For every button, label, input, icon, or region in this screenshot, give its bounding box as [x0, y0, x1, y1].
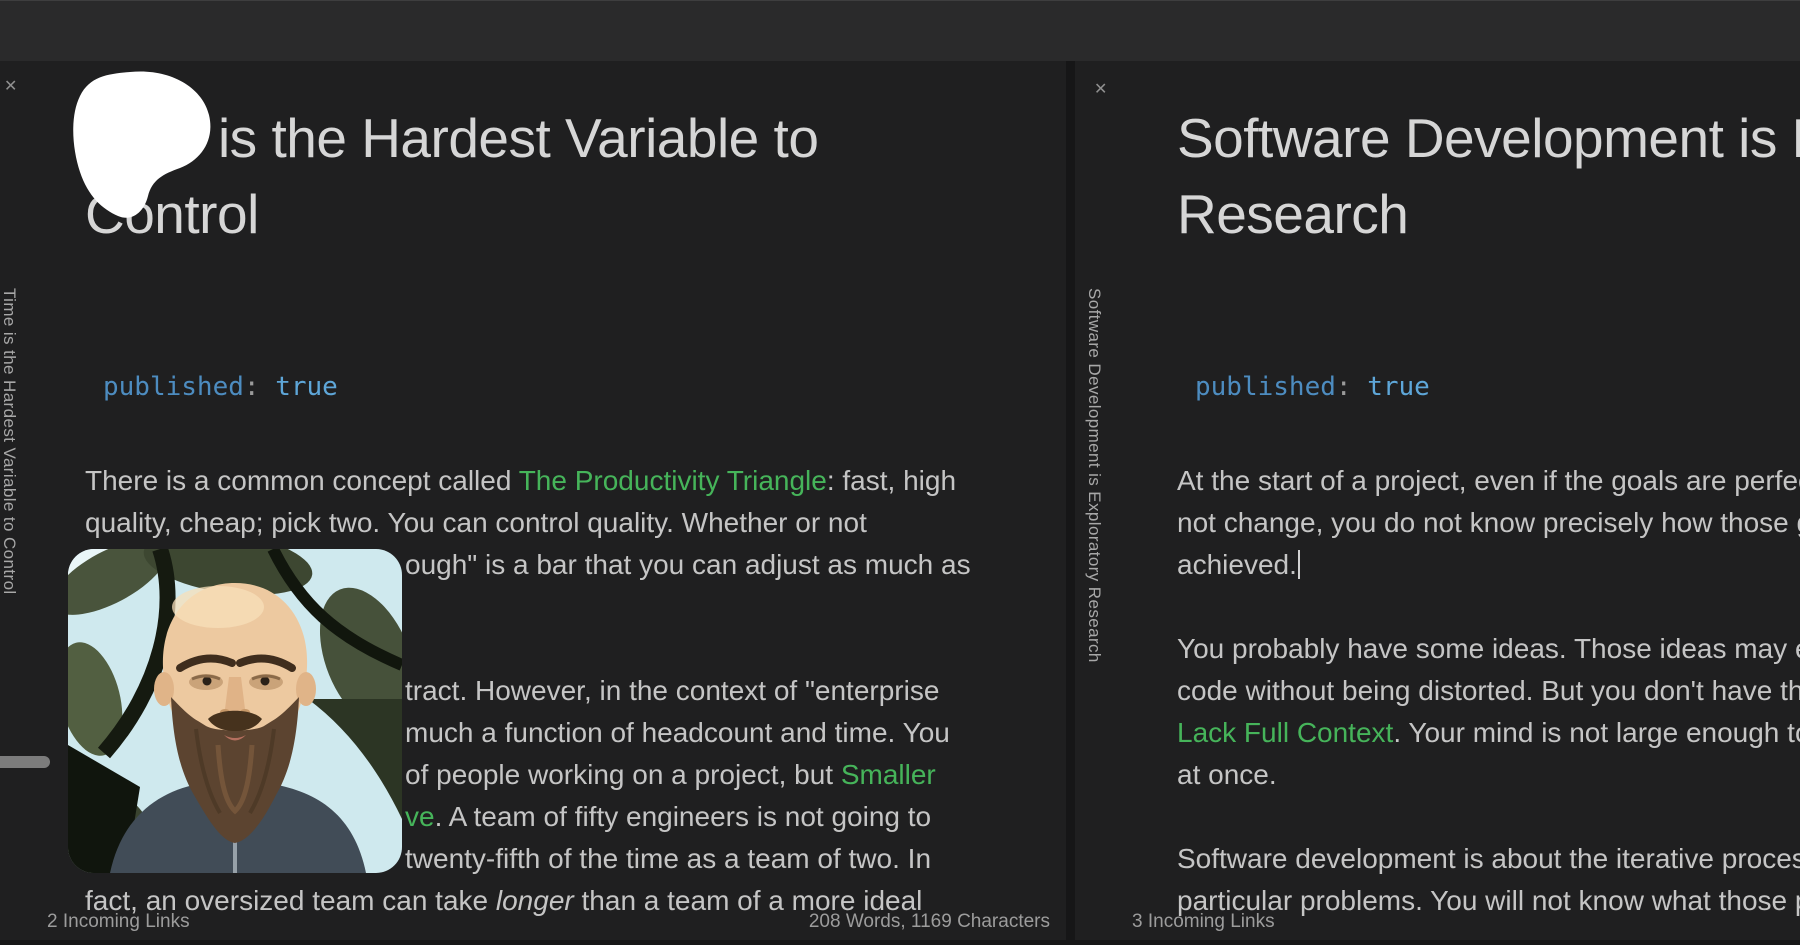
text-line: at once. [1177, 754, 1800, 796]
text-segment: twenty-fifth of the time as a team of tw… [405, 843, 931, 874]
internal-link[interactable]: Smaller [841, 759, 936, 790]
word-count[interactable]: 208 Words, 1169 Characters [809, 911, 1050, 933]
pane-right-tab-strip[interactable]: ✕ Software Development is Exploratory Re… [1075, 61, 1109, 940]
frontmatter-key: published [1195, 372, 1336, 402]
paragraph: You probably have some ideas. Those idea… [1177, 628, 1800, 796]
text-line: Software development is about the iterat… [1177, 838, 1800, 880]
text-line: not change, you do not know precisely ho… [1177, 502, 1800, 544]
scrollbar-thumb[interactable] [0, 756, 50, 768]
vertical-tab-title[interactable]: Software Development is Exploratory Rese… [1084, 288, 1104, 663]
close-icon[interactable]: ✕ [1094, 82, 1107, 98]
white-blob-annotation [70, 70, 216, 220]
vertical-tab-title[interactable]: Time is the Hardest Variable to Control [0, 288, 19, 595]
frontmatter[interactable]: published: true [1195, 370, 1800, 404]
text-segment: of people working on a project, but [405, 759, 841, 790]
text-line: You probably have some ideas. Those idea… [1177, 628, 1800, 670]
close-icon[interactable]: ✕ [4, 79, 17, 95]
frontmatter[interactable]: published: true [103, 370, 985, 404]
frontmatter-key: published [103, 372, 244, 402]
paragraph: At the start of a project, even if the g… [1177, 460, 1800, 586]
text-line: quality, cheap; pick two. You can contro… [85, 502, 985, 544]
text-line: At the start of a project, even if the g… [1177, 460, 1800, 502]
window-titlebar [0, 0, 1800, 61]
text-segment: You probably have some ideas. Those idea… [1177, 633, 1800, 664]
status-bar: 3 Incoming Links [1075, 904, 1800, 940]
text-line: There is a common concept called The Pro… [85, 460, 985, 502]
note-document: Software Development is Exploratory Rese… [1177, 100, 1800, 922]
text-segment: : fast, high [827, 465, 956, 496]
text-segment: much a function of headcount and time. Y… [405, 717, 950, 748]
internal-link[interactable]: The Productivity Triangle [519, 465, 827, 496]
text-segment: There is a common concept called [85, 465, 519, 496]
text-line: Lack Full Context. Your mind is not larg… [1177, 712, 1800, 754]
text-segment: tract. However, in the context of "enter… [405, 675, 939, 706]
internal-link[interactable]: Lack Full Context [1177, 717, 1393, 748]
frontmatter-value: true [275, 372, 338, 402]
text-segment: . A team of fifty engineers is not going… [435, 801, 932, 832]
text-line: achieved. [1177, 544, 1800, 586]
app-window: ✕ Time is the Hardest Variable to Contro… [0, 0, 1800, 945]
pane-divider[interactable] [1066, 61, 1075, 940]
text-segment: Software development is about the iterat… [1177, 843, 1800, 874]
text-segment: achieved. [1177, 549, 1297, 580]
text-segment: ough" is a bar that you can adjust as mu… [405, 549, 971, 580]
text-segment: code without being distorted. But you do… [1177, 675, 1800, 706]
text-caret [1298, 550, 1300, 579]
frontmatter-separator: : [1336, 372, 1352, 402]
note-title: Software Development is Exploratory Rese… [1177, 100, 1800, 252]
frontmatter-separator: : [244, 372, 260, 402]
text-segment: quality, cheap; pick two. You can contro… [85, 507, 867, 538]
text-segment: . Your mind is not large enough to hold … [1393, 717, 1800, 748]
pane-left-tab-strip[interactable]: ✕ Time is the Hardest Variable to Contro… [0, 61, 34, 940]
frontmatter-value: true [1367, 372, 1430, 402]
internal-link[interactable]: ve [405, 801, 435, 832]
incoming-links-count[interactable]: 3 Incoming Links [1132, 911, 1275, 933]
note-title: Time is the Hardest Variable to Control [85, 100, 985, 252]
text-line: code without being distorted. But you do… [1177, 670, 1800, 712]
note-body[interactable]: At the start of a project, even if the g… [1177, 460, 1800, 922]
incoming-links-count[interactable]: 2 Incoming Links [47, 911, 190, 933]
text-segment: At the start of a project, even if the g… [1177, 465, 1800, 496]
text-segment: at once. [1177, 759, 1277, 790]
pane-right: ✕ Software Development is Exploratory Re… [1075, 61, 1800, 940]
status-bar: 2 Incoming Links 208 Words, 1169 Charact… [0, 904, 1066, 940]
avatar-image [68, 549, 402, 873]
text-segment: not change, you do not know precisely ho… [1177, 507, 1800, 538]
